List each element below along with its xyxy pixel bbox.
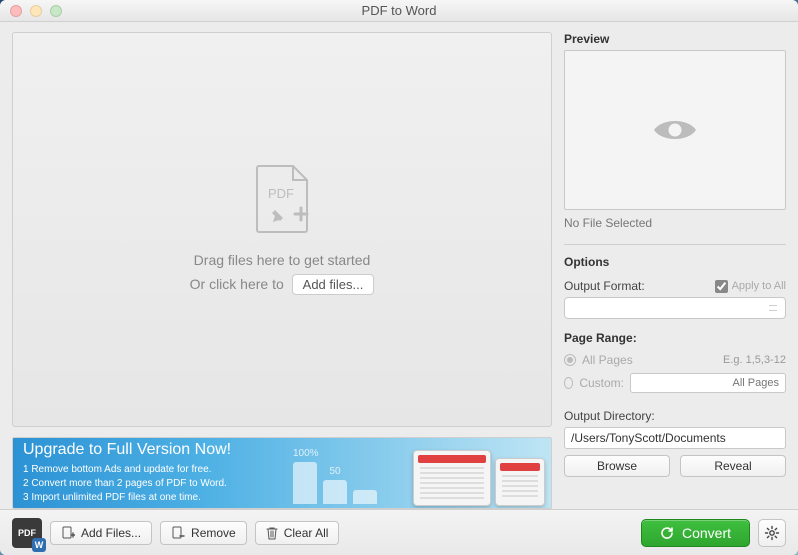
- add-files-button[interactable]: Add Files...: [50, 521, 152, 545]
- banner-item: 2 Convert more than 2 pages of PDF to Wo…: [23, 477, 231, 491]
- remove-label: Remove: [191, 526, 236, 540]
- trash-icon: [266, 526, 278, 540]
- right-pane: Preview No File Selected Options Output …: [564, 32, 786, 509]
- file-dropzone[interactable]: PDF Drag files here to get started Or cl…: [12, 32, 552, 427]
- convert-label: Convert: [682, 525, 731, 541]
- dropzone-hint-1: Drag files here to get started: [194, 252, 371, 268]
- convert-button[interactable]: Convert: [641, 519, 750, 547]
- apply-all-label: Apply to All: [732, 280, 786, 292]
- zoom-icon[interactable]: [50, 5, 62, 17]
- app-window: PDF to Word PDF Drag files here to get s…: [0, 0, 798, 555]
- pdf-icon-label: PDF: [268, 186, 294, 201]
- close-icon[interactable]: [10, 5, 22, 17]
- apply-all-checkbox[interactable]: Apply to All: [715, 280, 786, 293]
- traffic-lights: [0, 5, 62, 17]
- bar-label: 100%: [293, 448, 317, 459]
- add-files-inline-button[interactable]: Add files...: [292, 274, 375, 295]
- bottom-toolbar: PDF Add Files... Remove Clear All: [0, 509, 798, 555]
- app-logo-icon: PDF: [12, 518, 42, 548]
- window-title: PDF to Word: [0, 3, 798, 18]
- preview-title: Preview: [564, 32, 786, 46]
- output-format-label: Output Format:: [564, 279, 645, 293]
- banner-thumb: [413, 450, 491, 506]
- gear-icon: [764, 525, 780, 541]
- add-files-label: Add Files...: [81, 526, 141, 540]
- preview-status: No File Selected: [564, 216, 786, 230]
- banner-item: 1 Remove bottom Ads and update for free.: [23, 463, 231, 477]
- eye-icon: [652, 116, 698, 144]
- left-pane: PDF Drag files here to get started Or cl…: [12, 32, 552, 509]
- banner-thumbs: [413, 450, 545, 506]
- page-range-label: Page Range:: [564, 331, 786, 345]
- banner-headline: Upgrade to Full Version Now!: [23, 441, 231, 459]
- dropzone-hint-2-prefix: Or click here to: [190, 276, 284, 292]
- remove-button[interactable]: Remove: [160, 521, 247, 545]
- minimize-icon[interactable]: [30, 5, 42, 17]
- all-pages-label: All Pages: [582, 353, 633, 367]
- refresh-icon: [660, 526, 674, 540]
- titlebar: PDF to Word: [0, 0, 798, 22]
- content-area: PDF Drag files here to get started Or cl…: [0, 22, 798, 509]
- preview-box: [564, 50, 786, 210]
- custom-label: Custom:: [579, 376, 624, 390]
- reveal-button[interactable]: Reveal: [680, 455, 786, 477]
- clear-all-label: Clear All: [284, 526, 329, 540]
- banner-thumb: [495, 458, 545, 506]
- output-format-select[interactable]: [564, 297, 786, 319]
- add-file-icon: [61, 526, 75, 540]
- custom-range-input[interactable]: [630, 373, 786, 393]
- options-title: Options: [564, 255, 786, 269]
- output-dir-label: Output Directory:: [564, 409, 786, 423]
- all-pages-radio[interactable]: [564, 354, 576, 366]
- banner-bars-graphic: 100% 50: [293, 462, 377, 504]
- output-dir-input[interactable]: [564, 427, 786, 449]
- custom-radio[interactable]: [564, 377, 573, 389]
- banner-item: 3 Import unlimited PDF files at one time…: [23, 491, 231, 505]
- apply-all-input[interactable]: [715, 280, 728, 293]
- banner-text: Upgrade to Full Version Now! 1 Remove bo…: [23, 441, 231, 505]
- upgrade-banner[interactable]: Upgrade to Full Version Now! 1 Remove bo…: [12, 437, 552, 509]
- bar-label: 50: [323, 466, 347, 477]
- browse-button[interactable]: Browse: [564, 455, 670, 477]
- divider: [564, 244, 786, 245]
- page-range-example: E.g. 1,5,3-12: [723, 354, 786, 366]
- remove-file-icon: [171, 526, 185, 540]
- dropzone-hint-2: Or click here to Add files...: [190, 274, 375, 295]
- pdf-file-icon: PDF: [253, 164, 311, 234]
- clear-all-button[interactable]: Clear All: [255, 521, 340, 545]
- settings-button[interactable]: [758, 519, 786, 547]
